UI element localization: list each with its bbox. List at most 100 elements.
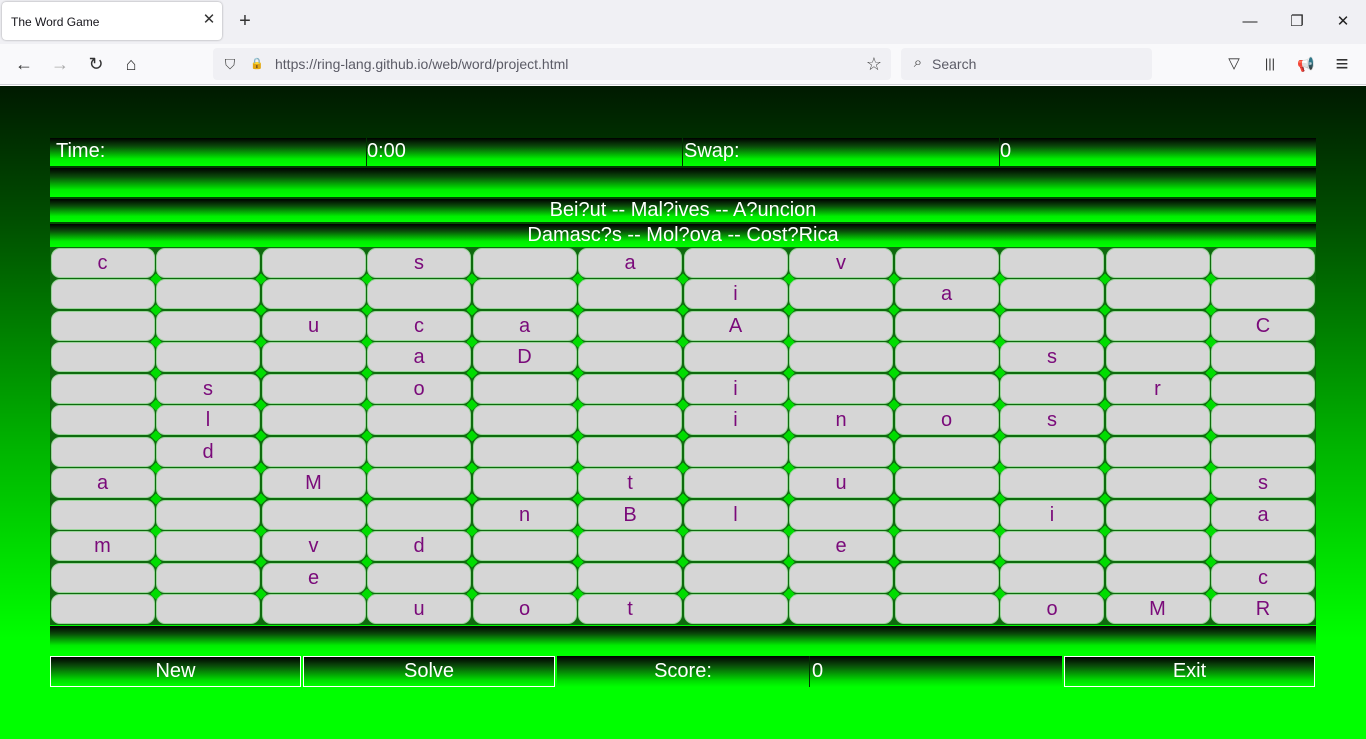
grid-cell[interactable]: r bbox=[1105, 373, 1210, 404]
grid-cell[interactable] bbox=[261, 594, 366, 624]
grid-cell[interactable] bbox=[261, 436, 366, 467]
grid-cell[interactable]: B bbox=[578, 499, 682, 530]
grid-cell[interactable] bbox=[1000, 468, 1104, 498]
grid-cell[interactable] bbox=[789, 279, 893, 309]
grid-cell[interactable]: d bbox=[367, 531, 471, 561]
grid-cell[interactable] bbox=[367, 468, 471, 498]
grid-cell[interactable] bbox=[156, 594, 260, 624]
grid-cell[interactable] bbox=[789, 562, 893, 593]
grid-cell[interactable] bbox=[894, 436, 999, 467]
grid-cell[interactable] bbox=[156, 468, 260, 498]
grid-cell[interactable] bbox=[894, 562, 999, 593]
window-close-icon[interactable]: ✕ bbox=[1331, 10, 1355, 34]
grid-cell[interactable] bbox=[50, 310, 155, 341]
notification-icon[interactable]: 📢 bbox=[1294, 52, 1318, 76]
grid-cell[interactable] bbox=[1000, 247, 1104, 278]
grid-cell[interactable] bbox=[578, 342, 682, 372]
grid-cell[interactable]: l bbox=[683, 499, 788, 530]
grid-cell[interactable] bbox=[894, 373, 999, 404]
grid-cell[interactable]: o bbox=[1000, 594, 1104, 624]
forward-icon[interactable]: → bbox=[48, 52, 72, 76]
grid-cell[interactable] bbox=[894, 310, 999, 341]
grid-cell[interactable] bbox=[367, 499, 471, 530]
grid-cell[interactable] bbox=[1000, 562, 1104, 593]
grid-cell[interactable] bbox=[472, 405, 577, 435]
grid-cell[interactable] bbox=[367, 562, 471, 593]
grid-cell[interactable]: R bbox=[1211, 594, 1315, 624]
grid-cell[interactable]: v bbox=[789, 247, 893, 278]
grid-cell[interactable] bbox=[261, 279, 366, 309]
grid-cell[interactable] bbox=[1000, 531, 1104, 561]
grid-cell[interactable] bbox=[683, 436, 788, 467]
grid-cell[interactable] bbox=[789, 499, 893, 530]
grid-cell[interactable] bbox=[683, 562, 788, 593]
grid-cell[interactable] bbox=[1211, 342, 1315, 372]
grid-cell[interactable]: u bbox=[789, 468, 893, 498]
grid-cell[interactable] bbox=[1105, 310, 1210, 341]
grid-cell[interactable]: a bbox=[894, 279, 999, 309]
grid-cell[interactable] bbox=[1000, 373, 1104, 404]
close-tab-icon[interactable]: ✕ bbox=[200, 11, 218, 29]
grid-cell[interactable] bbox=[50, 373, 155, 404]
minimize-icon[interactable]: — bbox=[1238, 10, 1262, 34]
new-tab-icon[interactable]: + bbox=[234, 10, 256, 32]
grid-cell[interactable] bbox=[50, 594, 155, 624]
grid-cell[interactable] bbox=[50, 436, 155, 467]
grid-cell[interactable] bbox=[156, 247, 260, 278]
grid-cell[interactable] bbox=[1105, 499, 1210, 530]
grid-cell[interactable] bbox=[894, 468, 999, 498]
grid-cell[interactable]: c bbox=[1211, 562, 1315, 593]
grid-cell[interactable]: a bbox=[367, 342, 471, 372]
grid-cell[interactable]: a bbox=[578, 247, 682, 278]
solve-button[interactable]: Solve bbox=[303, 656, 555, 687]
grid-cell[interactable] bbox=[683, 342, 788, 372]
search-bar[interactable]: ⌕ Search bbox=[901, 48, 1152, 80]
grid-cell[interactable] bbox=[1105, 279, 1210, 309]
grid-cell[interactable] bbox=[1211, 436, 1315, 467]
grid-cell[interactable]: o bbox=[367, 373, 471, 404]
grid-cell[interactable]: i bbox=[683, 405, 788, 435]
grid-cell[interactable] bbox=[1211, 279, 1315, 309]
grid-cell[interactable] bbox=[261, 499, 366, 530]
grid-cell[interactable] bbox=[1105, 405, 1210, 435]
grid-cell[interactable] bbox=[1000, 310, 1104, 341]
grid-cell[interactable]: C bbox=[1211, 310, 1315, 341]
grid-cell[interactable]: e bbox=[261, 562, 366, 593]
grid-cell[interactable] bbox=[894, 247, 999, 278]
grid-cell[interactable]: a bbox=[1211, 499, 1315, 530]
grid-cell[interactable] bbox=[1000, 279, 1104, 309]
home-icon[interactable]: ⌂ bbox=[119, 52, 143, 76]
grid-cell[interactable] bbox=[578, 531, 682, 561]
grid-cell[interactable]: i bbox=[683, 279, 788, 309]
grid-cell[interactable] bbox=[50, 342, 155, 372]
exit-button[interactable]: Exit bbox=[1064, 656, 1315, 687]
grid-cell[interactable] bbox=[894, 342, 999, 372]
url-bar[interactable]: ⛉ 🔒 https://ring-lang.github.io/web/word… bbox=[213, 48, 891, 80]
grid-cell[interactable]: o bbox=[472, 594, 577, 624]
grid-cell[interactable] bbox=[156, 531, 260, 561]
grid-cell[interactable]: e bbox=[789, 531, 893, 561]
grid-cell[interactable] bbox=[1105, 531, 1210, 561]
reload-icon[interactable]: ↻ bbox=[84, 52, 108, 76]
grid-cell[interactable]: i bbox=[683, 373, 788, 404]
browser-tab[interactable]: The Word Game ✕ bbox=[2, 2, 222, 40]
grid-cell[interactable] bbox=[156, 499, 260, 530]
grid-cell[interactable] bbox=[894, 499, 999, 530]
grid-cell[interactable]: v bbox=[261, 531, 366, 561]
grid-cell[interactable] bbox=[156, 342, 260, 372]
grid-cell[interactable] bbox=[472, 468, 577, 498]
grid-cell[interactable]: M bbox=[1105, 594, 1210, 624]
grid-cell[interactable] bbox=[1211, 373, 1315, 404]
grid-cell[interactable] bbox=[261, 373, 366, 404]
grid-cell[interactable]: s bbox=[1000, 342, 1104, 372]
grid-cell[interactable] bbox=[50, 405, 155, 435]
grid-cell[interactable] bbox=[367, 405, 471, 435]
grid-cell[interactable]: M bbox=[261, 468, 366, 498]
grid-cell[interactable] bbox=[578, 562, 682, 593]
grid-cell[interactable] bbox=[789, 342, 893, 372]
grid-cell[interactable]: c bbox=[50, 247, 155, 278]
grid-cell[interactable]: d bbox=[156, 436, 260, 467]
search-input[interactable]: Search bbox=[932, 56, 976, 72]
grid-cell[interactable]: t bbox=[578, 468, 682, 498]
menu-icon[interactable]: ≡ bbox=[1330, 52, 1354, 76]
